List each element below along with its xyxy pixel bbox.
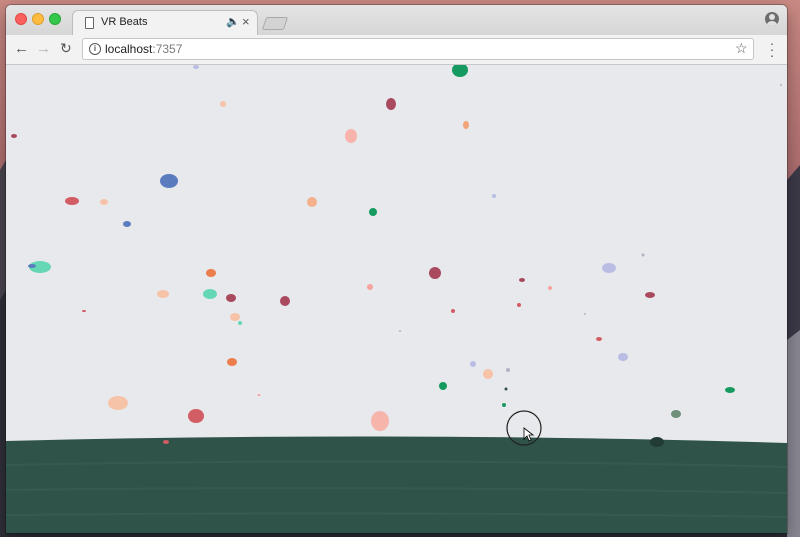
orb (439, 382, 447, 390)
orb (641, 253, 645, 257)
reload-icon[interactable]: ↻ (60, 40, 72, 57)
orb (367, 284, 373, 290)
orb (602, 263, 616, 273)
tab-title: VR Beats (101, 16, 148, 28)
orb (226, 294, 236, 302)
orb (671, 410, 681, 418)
orb (463, 121, 469, 129)
info-icon[interactable]: i (89, 43, 101, 55)
orb (451, 309, 455, 313)
orb (780, 84, 782, 86)
orb (11, 134, 17, 138)
title-bar: VR Beats 🔈 × (6, 5, 787, 36)
orb (123, 221, 131, 227)
orb (108, 396, 128, 410)
orb (519, 278, 525, 282)
orb (28, 264, 36, 268)
url-text: localhost:7357 (105, 42, 182, 56)
minimize-window-button[interactable] (32, 13, 44, 25)
orb (492, 194, 496, 198)
orb (160, 174, 178, 188)
orb (548, 286, 552, 290)
orb (238, 321, 242, 325)
orb (506, 368, 510, 372)
close-window-button[interactable] (15, 13, 27, 25)
ground-plane (6, 436, 787, 533)
orb (65, 197, 79, 205)
orb (193, 65, 199, 69)
forward-arrow-icon[interactable]: → (36, 40, 51, 57)
orb (369, 208, 377, 216)
orb (483, 369, 493, 379)
orb (280, 296, 290, 306)
star-icon[interactable]: ☆ (735, 40, 748, 57)
new-tab-button[interactable] (261, 17, 289, 30)
orb (230, 313, 240, 321)
orb (584, 313, 586, 315)
orb (188, 409, 204, 423)
orb (596, 337, 602, 341)
browser-window: VR Beats 🔈 × ← → ↻ i localhost:7357 ☆ · ·… (6, 5, 787, 533)
orb (157, 290, 169, 298)
orb (203, 289, 217, 299)
orb (650, 437, 664, 447)
vr-scene-canvas[interactable] (6, 65, 787, 533)
orb (82, 310, 86, 312)
orb (725, 387, 735, 393)
back-arrow-icon[interactable]: ← (14, 40, 29, 57)
orb (618, 353, 628, 361)
orb (504, 387, 508, 391)
orb (307, 197, 317, 207)
url-host: localhost (105, 42, 153, 56)
kebab-menu-icon[interactable]: · · · (769, 36, 775, 62)
document-icon (85, 17, 94, 29)
orb (257, 394, 261, 396)
address-bar[interactable]: i localhost:7357 ☆ (82, 38, 754, 60)
orb (645, 292, 655, 298)
speaker-icon[interactable]: 🔈 (226, 15, 240, 28)
orb (386, 98, 396, 110)
tab-vr-beats[interactable]: VR Beats 🔈 × (72, 10, 258, 36)
orb (220, 101, 226, 107)
orb (206, 269, 216, 277)
orb (517, 303, 521, 307)
orb (100, 199, 108, 205)
orb (345, 129, 357, 143)
orb (470, 361, 476, 367)
orb (502, 403, 506, 407)
maximize-window-button[interactable] (49, 13, 61, 25)
orb (371, 411, 389, 431)
orb (227, 358, 237, 366)
browser-toolbar: ← → ↻ i localhost:7357 ☆ · · · (6, 35, 787, 65)
orb (399, 330, 401, 332)
profile-icon[interactable] (765, 12, 779, 26)
orb (429, 267, 441, 279)
url-port: :7357 (152, 42, 183, 56)
orb (163, 440, 169, 444)
close-icon[interactable]: × (242, 14, 250, 29)
